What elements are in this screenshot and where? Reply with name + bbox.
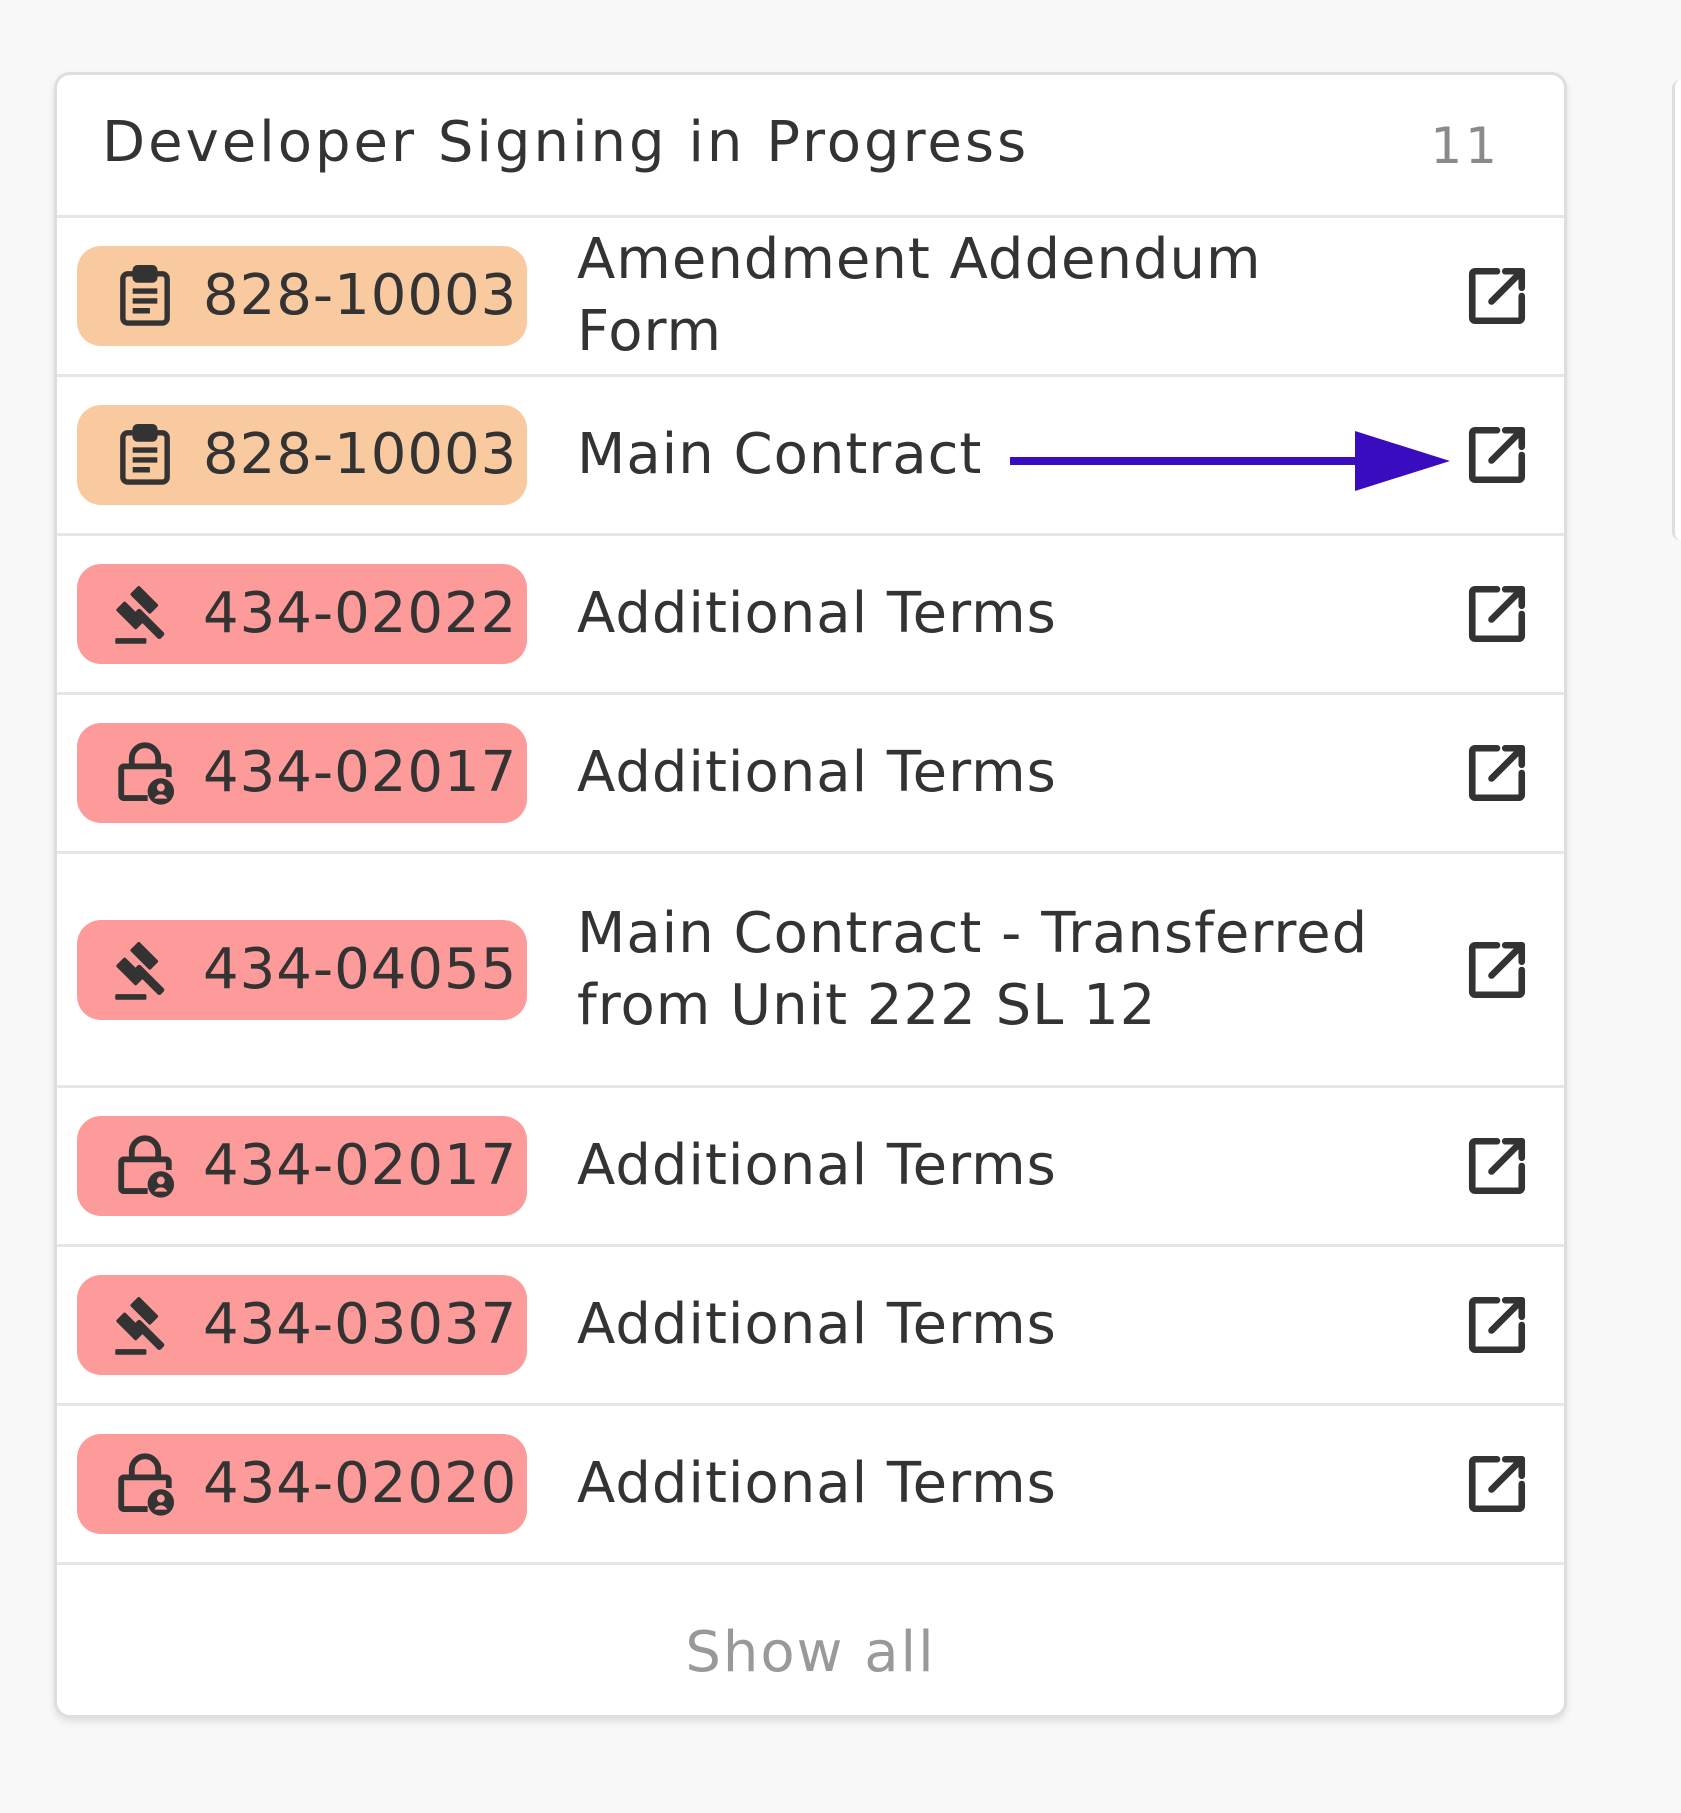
external-link-icon[interactable] [1464, 1133, 1530, 1199]
gavel-icon [109, 578, 181, 650]
document-code: 828-10003 [203, 422, 518, 487]
document-code: 434-03037 [203, 1292, 518, 1357]
developer-signing-panel: Developer Signing in Progress 11 828-100… [54, 72, 1567, 1718]
status-badge: 828-10003 [77, 246, 527, 346]
status-badge: 434-02022 [77, 564, 527, 664]
status-badge: 828-10003 [77, 405, 527, 505]
document-title: Amendment Addendum Form [577, 227, 1262, 364]
document-code: 434-02017 [203, 1133, 518, 1198]
document-code: 434-02020 [203, 1451, 518, 1516]
external-link-icon[interactable] [1464, 740, 1530, 806]
lock-person-icon [109, 737, 181, 809]
show-all-button[interactable]: Show all [57, 1589, 1564, 1715]
clipboard-icon [109, 419, 181, 491]
status-badge: 434-03037 [77, 1275, 527, 1375]
document-title: Additional Terms [577, 581, 1057, 646]
external-link-icon[interactable] [1464, 937, 1530, 1003]
lock-person-icon [109, 1130, 181, 1202]
document-code: 434-04055 [203, 936, 518, 1002]
list-item: 434-03037 Additional Terms [57, 1247, 1564, 1406]
lock-person-icon [109, 1448, 181, 1520]
list-item: 828-10003 Amendment Addendum Form [57, 218, 1564, 377]
external-link-icon[interactable] [1464, 1292, 1530, 1358]
document-list: 828-10003 Amendment Addendum Form 828-1000… [57, 218, 1564, 1565]
list-item: 434-02022 Additional Terms [57, 536, 1564, 695]
document-code: 434-02022 [203, 581, 518, 646]
panel-count: 11 [1430, 117, 1500, 175]
panel-title: Developer Signing in Progress [102, 110, 1030, 175]
list-item: 434-02017 Additional Terms [57, 695, 1564, 854]
status-badge: 434-02017 [77, 1116, 527, 1216]
list-item: 434-02020 Additional Terms [57, 1406, 1564, 1565]
document-title: Additional Terms [577, 1133, 1057, 1198]
clipboard-icon [109, 260, 181, 332]
status-badge: 434-02020 [77, 1434, 527, 1534]
annotation-arrow-icon [1010, 431, 1450, 491]
document-title: Additional Terms [577, 1451, 1057, 1516]
external-link-icon[interactable] [1464, 581, 1530, 647]
external-link-icon[interactable] [1464, 422, 1530, 488]
external-link-icon[interactable] [1464, 263, 1530, 329]
external-link-icon[interactable] [1464, 1451, 1530, 1517]
document-code: 434-02017 [203, 740, 518, 805]
document-code: 828-10003 [203, 263, 518, 328]
status-badge: 434-04055 [77, 919, 527, 1020]
gavel-icon [109, 934, 181, 1006]
gavel-icon [109, 1289, 181, 1361]
list-item: 434-04055 Main Contract - Transferred fro… [57, 854, 1564, 1088]
list-item: 434-02017 Additional Terms [57, 1088, 1564, 1247]
document-title: Additional Terms [577, 740, 1057, 805]
status-badge: 434-02017 [77, 723, 527, 823]
document-title: Additional Terms [577, 1292, 1057, 1357]
adjacent-panel-edge [1672, 80, 1681, 540]
panel-header: Developer Signing in Progress 11 [57, 75, 1564, 218]
document-title: Main Contract - Transferred from Unit 22… [577, 900, 1369, 1038]
